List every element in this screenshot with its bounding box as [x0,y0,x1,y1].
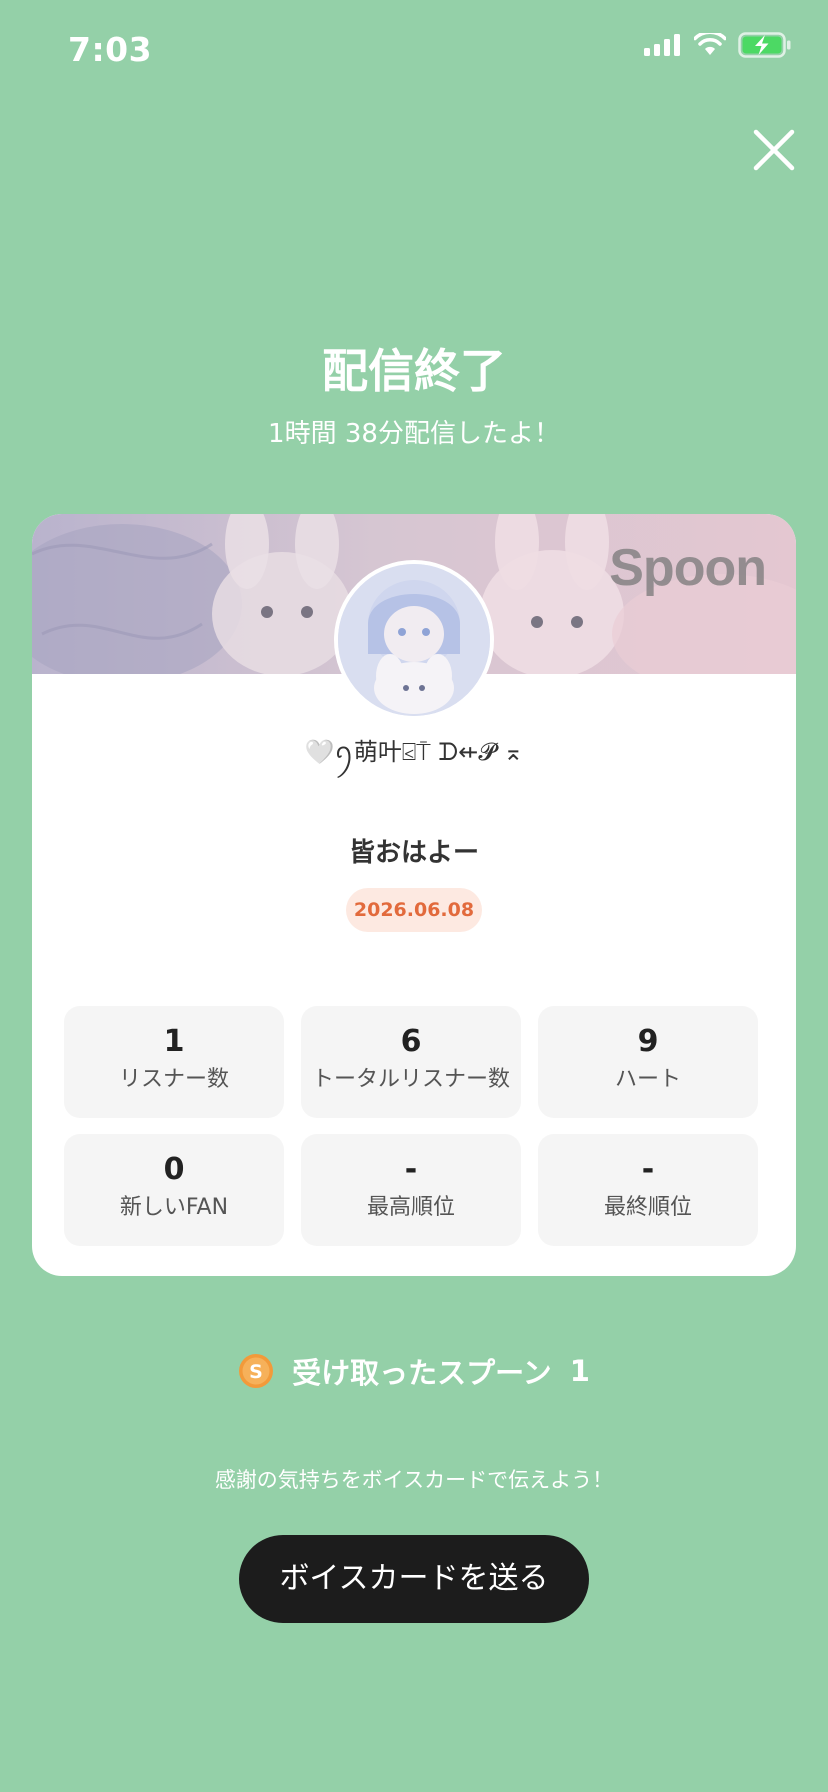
stat-label: 新しいFAN [119,1195,229,1220]
avatar[interactable] [334,560,494,720]
stat-value: 9 [637,1024,659,1059]
date-badge: 2026.06.08 [346,888,482,932]
close-button[interactable] [750,126,798,174]
stat-highest-rank: - 最高順位 [301,1134,521,1246]
broadcast-title: 皆おはよー [348,838,479,868]
stat-value: - [641,1152,655,1187]
stat-total-listeners: 6 トータルリスナー数 [301,1006,521,1118]
stat-value: 6 [400,1024,422,1059]
stat-hearts: 9 ハート [538,1006,758,1118]
coin-letter: S [249,1361,263,1383]
stat-label: リスナー数 [118,1067,229,1092]
stat-new-fans: 0 新しいFAN [64,1134,284,1246]
stat-final-rank: - 最終順位 [538,1134,758,1246]
stat-label: 最終順位 [603,1195,692,1220]
stat-value: - [404,1152,418,1187]
dj-nickname: 🤍ꪆ萌叶⍃⍑ ᗪ⇷𝓟 ⌅ [304,738,524,766]
spoon-logo: Spoon [609,539,767,597]
stat-label: ハート [614,1067,681,1092]
signal-icon [644,34,680,56]
close-icon [753,129,795,171]
stat-value: 1 [163,1024,185,1059]
received-spoons: S 受け取ったスプーン 1 [0,1350,828,1392]
battery-charging-icon [738,32,791,58]
avatar-image [338,564,490,716]
stat-label: トータルリスナー数 [311,1067,510,1092]
stat-label: 最高順位 [366,1195,455,1220]
stats-grid: 1 リスナー数 6 トータルリスナー数 9 ハート 0 新しいFAN - 最高順… [64,1006,760,1246]
broadcast-summary-card: Spoon 🤍ꪆ萌叶⍃⍑ ᗪ⇷𝓟 ⌅ 皆おはよー 2026.06.08 1 リス… [32,514,796,1276]
status-time: 7:03 [68,30,153,69]
page-title: 配信終了 [322,344,506,398]
stat-value: 0 [163,1152,185,1187]
status-icons [644,32,792,58]
spoon-coin-icon: S [239,1354,274,1388]
wifi-icon [694,33,726,55]
send-voice-card-button[interactable]: ボイスカードを送る [239,1535,589,1623]
received-spoons-label: 受け取ったスプーン [292,1356,552,1390]
stat-listeners: 1 リスナー数 [64,1006,284,1118]
broadcast-duration: 1時間 38分配信したよ！ [268,419,560,449]
received-spoons-count: 1 [569,1354,590,1388]
thanks-message: 感謝の気持ちをボイスカードで伝えよう！ [214,1468,614,1492]
